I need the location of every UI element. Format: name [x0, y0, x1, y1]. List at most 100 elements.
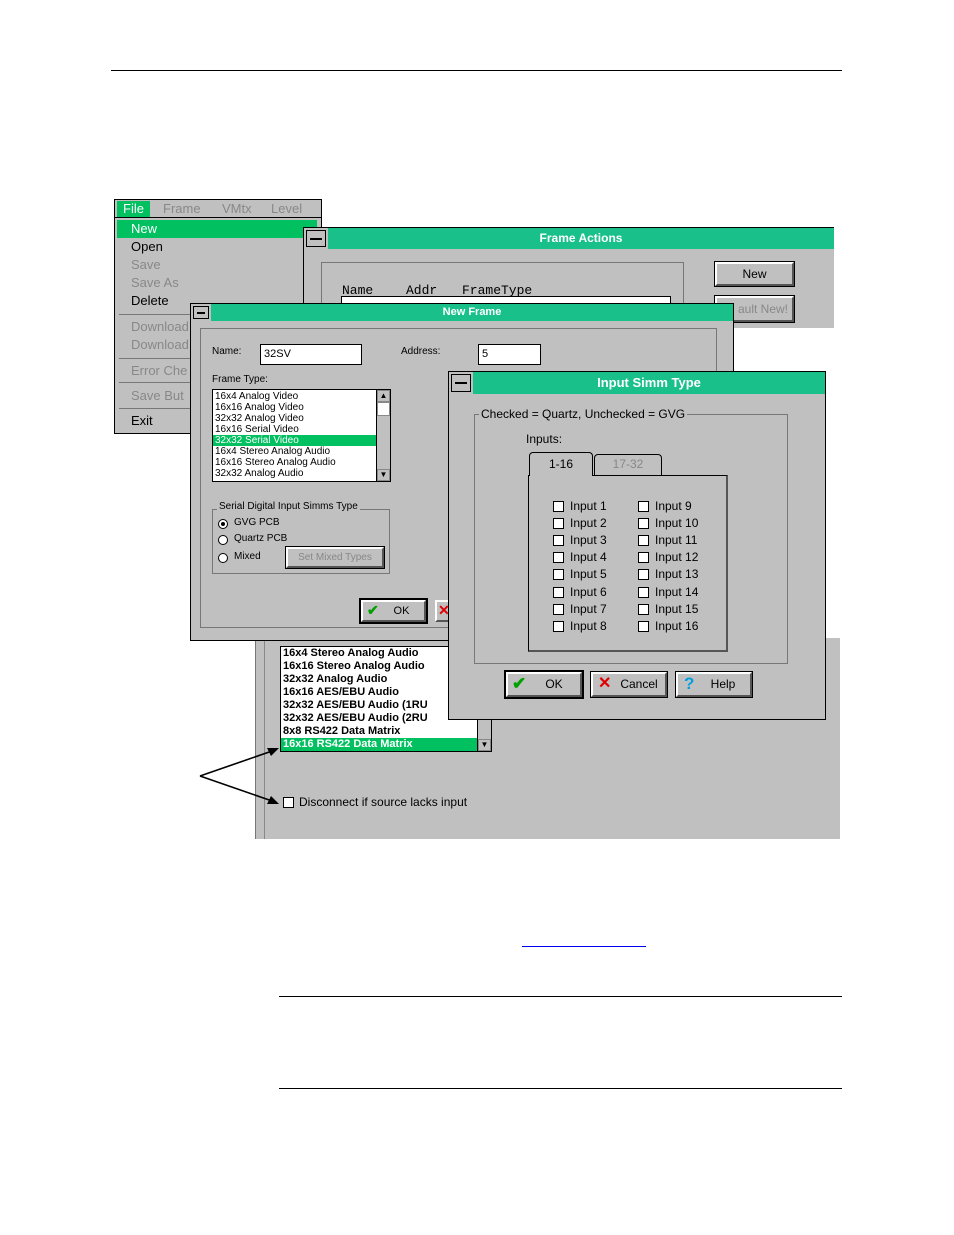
- address-input[interactable]: 5: [478, 344, 541, 365]
- simm-cancel-button[interactable]: ✕ Cancel: [590, 671, 668, 698]
- menu-item-save-as[interactable]: Save As: [117, 274, 317, 292]
- address-label: Address:: [401, 346, 441, 357]
- tab-1-16-label: 1-16: [548, 457, 574, 471]
- input-checkbox-label: Input 14: [655, 584, 699, 599]
- menubar-item-frame[interactable]: Frame: [163, 201, 201, 217]
- tab-1-16[interactable]: 1-16: [529, 452, 593, 476]
- input-checkbox-label: Input 15: [655, 601, 699, 616]
- note-bottom-rule: [279, 1088, 842, 1089]
- header-rule: [111, 70, 842, 71]
- menu-item-new[interactable]: New: [117, 220, 317, 238]
- callout-arrow-to-list: [199, 749, 276, 777]
- blank-hyperlink-underline[interactable]: [522, 946, 646, 947]
- help-question-icon: ?: [684, 674, 695, 693]
- system-menu-icon[interactable]: [306, 230, 326, 247]
- list-item[interactable]: 16x16 Stereo Analog Audio: [213, 457, 390, 468]
- input-checkbox[interactable]: [638, 586, 649, 598]
- name-label: Name:: [212, 346, 242, 357]
- input-checkbox[interactable]: [553, 586, 564, 598]
- help-label: Help: [710, 677, 736, 691]
- scroll-down-arrow-icon[interactable]: ▼: [377, 469, 390, 481]
- radio-quartz-pcb[interactable]: [218, 535, 228, 545]
- input-simm-dialog: Input Simm Type Checked = Quartz, Unchec…: [448, 371, 826, 720]
- system-menu-icon[interactable]: [193, 306, 209, 319]
- simms-type-group-label: Serial Digital Input Simms Type: [217, 501, 360, 512]
- list-item[interactable]: 32x32 Analog Audio: [213, 468, 390, 479]
- input-simm-title: Input Simm Type: [597, 375, 701, 390]
- input-checkbox-label: Input 10: [655, 516, 699, 531]
- input-checkbox[interactable]: [638, 620, 649, 632]
- cancel-label: Cancel: [620, 677, 658, 691]
- menu-item-open[interactable]: Open: [117, 238, 317, 256]
- frame-type-list[interactable]: 16x4 Analog Video 16x16 Analog Video 32x…: [212, 389, 391, 482]
- radio-mixed-label: Mixed: [234, 551, 261, 562]
- list-item-selected[interactable]: 16x16 RS422 Data Matrix: [281, 738, 477, 751]
- new-frame-title: New Frame: [442, 306, 502, 318]
- menubar: File Frame VMtx Level: [114, 199, 322, 218]
- ok-label: OK: [545, 677, 563, 691]
- menubar-item-level[interactable]: Level: [271, 201, 302, 217]
- name-input[interactable]: 32SV: [260, 344, 362, 365]
- input-checkbox[interactable]: [638, 603, 649, 615]
- input-checkbox-label: Input 13: [655, 567, 699, 582]
- quartz-gvg-group-label: Checked = Quartz, Unchecked = GVG: [479, 407, 688, 421]
- new-frame-button[interactable]: New: [714, 261, 795, 287]
- disconnect-label: Disconnect if source lacks input: [299, 795, 468, 809]
- input-checkbox[interactable]: [553, 620, 564, 632]
- scroll-up-arrow-icon[interactable]: ▲: [377, 390, 390, 402]
- input-checkbox[interactable]: [638, 552, 649, 564]
- list-item[interactable]: 8x8 RS422 Data Matrix: [281, 725, 491, 738]
- input-checkbox[interactable]: [638, 501, 649, 512]
- input-checkbox[interactable]: [553, 569, 564, 581]
- list-item-selected[interactable]: 32x32 Serial Video: [213, 435, 376, 446]
- callout-arrows: [199, 748, 279, 804]
- vertical-scrollbar[interactable]: ▲ ▼: [376, 390, 390, 481]
- input-checkbox-label: Input 16: [655, 618, 699, 633]
- checkmark-icon: ✔: [512, 674, 527, 693]
- set-mixed-types-button[interactable]: Set Mixed Types: [285, 546, 385, 569]
- simm-help-button[interactable]: ? Help: [675, 671, 753, 698]
- input-checkbox[interactable]: [638, 535, 649, 547]
- list-item[interactable]: 16x4 Stereo Analog Audio: [213, 446, 390, 457]
- input-simm-titlebar: Input Simm Type: [473, 372, 825, 394]
- tab-17-32-label: 17-32: [612, 457, 644, 471]
- input-checkbox[interactable]: [553, 535, 564, 547]
- menubar-item-file[interactable]: File: [117, 201, 150, 217]
- frame-type-label: Frame Type:: [212, 374, 268, 385]
- tab-17-32[interactable]: 17-32: [594, 454, 662, 475]
- input-checkbox-label: Input 1: [570, 499, 607, 513]
- menu-item-save[interactable]: Save: [117, 256, 317, 274]
- callout-arrow-to-checkbox: [199, 775, 276, 803]
- input-checkbox[interactable]: [553, 603, 564, 615]
- radio-gvg-pcb[interactable]: [218, 519, 228, 529]
- list-item[interactable]: 32x32 Analog Video: [213, 413, 390, 424]
- input-checkbox[interactable]: [553, 518, 564, 530]
- input-checkbox[interactable]: [638, 569, 649, 581]
- input-checkbox[interactable]: [638, 518, 649, 530]
- input-checkbox-label: Input 5: [570, 567, 607, 582]
- input-checkbox-label: Input 7: [570, 601, 607, 616]
- input-checkbox-label: Input 9: [655, 499, 692, 513]
- input-checkbox-label: Input 3: [570, 533, 607, 548]
- input-checkbox[interactable]: [553, 552, 564, 564]
- list-item[interactable]: 16x16 Serial Video: [213, 424, 390, 435]
- frame-actions-titlebar: Frame Actions: [328, 228, 834, 249]
- new-frame-ok-button[interactable]: ✔ OK: [359, 598, 428, 624]
- radio-mixed[interactable]: [218, 553, 228, 563]
- input-checkbox-label: Input 6: [570, 584, 607, 599]
- note-top-rule: [279, 996, 842, 997]
- input-checkbox-label: Input 8: [570, 618, 607, 633]
- scroll-thumb[interactable]: [377, 402, 390, 416]
- simm-ok-button[interactable]: ✔ OK: [504, 670, 584, 699]
- checkmark-icon: ✔: [367, 602, 379, 618]
- radio-gvg-label: GVG PCB: [234, 517, 280, 528]
- inputs-label: Inputs:: [526, 432, 563, 446]
- radio-quartz-label: Quartz PCB: [234, 533, 288, 544]
- menubar-item-vmtx[interactable]: VMtx: [222, 201, 252, 217]
- list-item[interactable]: 16x16 Analog Video: [213, 402, 390, 413]
- list-item[interactable]: 16x4 Analog Video: [213, 391, 390, 402]
- input-checkbox[interactable]: [553, 501, 564, 512]
- scroll-down-arrow-icon[interactable]: ▼: [478, 739, 491, 751]
- input-checkbox-label: Input 12: [655, 550, 699, 565]
- system-menu-icon[interactable]: [451, 374, 471, 392]
